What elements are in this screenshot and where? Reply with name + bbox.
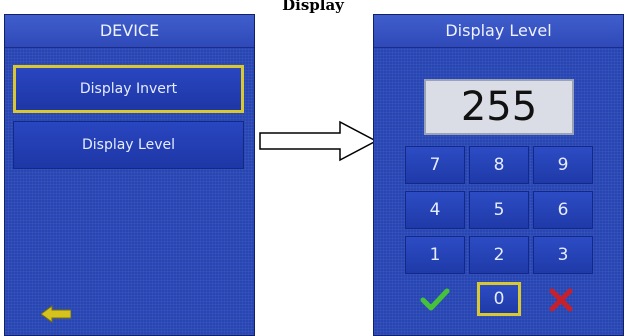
display-level-screen: Display Level 255 7 8 9 4 5 6 1 2 3 0 [373, 14, 624, 336]
key-9[interactable]: 9 [533, 146, 593, 184]
key-4[interactable]: 4 [405, 191, 465, 229]
page-caption: Display [282, 0, 344, 14]
key-8[interactable]: 8 [469, 146, 529, 184]
back-arrow-icon[interactable] [41, 305, 71, 323]
checkmark-icon[interactable] [420, 287, 450, 315]
key-1[interactable]: 1 [405, 236, 465, 274]
key-5[interactable]: 5 [469, 191, 529, 229]
key-6[interactable]: 6 [533, 191, 593, 229]
display-invert-button[interactable]: Display Invert [13, 65, 244, 113]
key-7[interactable]: 7 [405, 146, 465, 184]
level-value-display: 255 [424, 79, 574, 135]
display-level-button[interactable]: Display Level [13, 121, 244, 169]
device-menu-screen: DEVICE Display Invert Display Level [4, 14, 255, 336]
x-cross-icon[interactable] [546, 287, 576, 315]
key-2[interactable]: 2 [469, 236, 529, 274]
display-level-title: Display Level [374, 15, 623, 48]
key-3[interactable]: 3 [533, 236, 593, 274]
key-0[interactable]: 0 [477, 282, 521, 316]
device-title: DEVICE [5, 15, 254, 48]
right-arrow-icon [259, 120, 378, 162]
